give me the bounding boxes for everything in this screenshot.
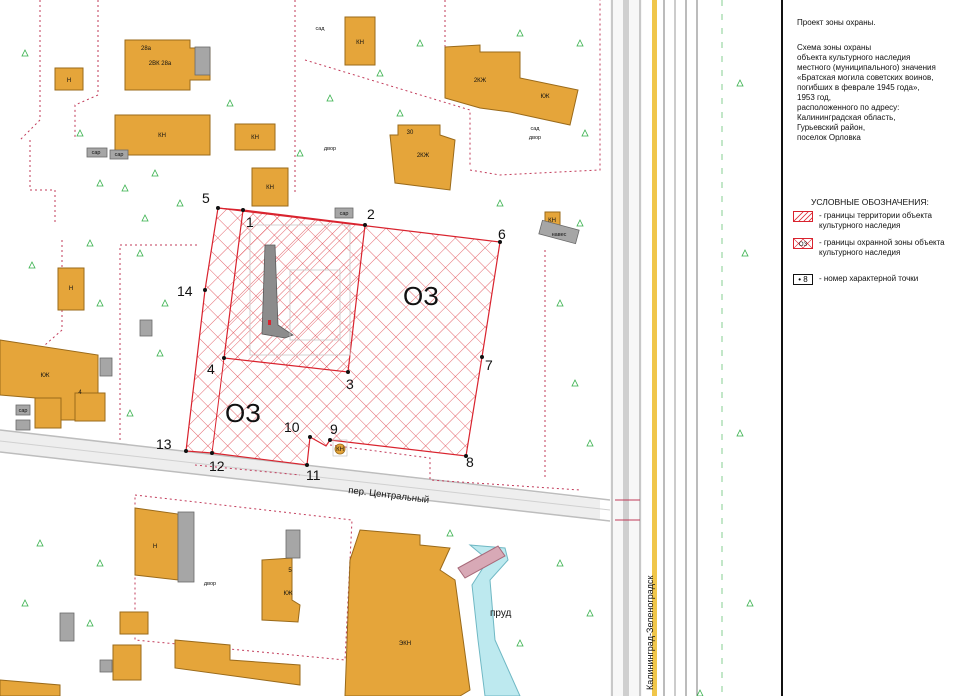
label-dvor-2: двор — [529, 135, 541, 141]
heritage-swatch-icon — [793, 211, 813, 222]
pond-label: пруд — [490, 608, 512, 619]
legend-desc-line: «Братская могила советских воинов, — [797, 73, 934, 82]
zone-swatch-text: ОЗ — [799, 242, 808, 248]
road-label: Калининград-Зеленоградск — [645, 576, 655, 690]
legend-panel: Проект зоны охраны. Схема зоны охраны об… — [781, 0, 959, 696]
building-code-h-3: Н — [153, 544, 157, 550]
point-label-1: 1 — [246, 214, 254, 230]
legend-item-heritage: - границы территории объекта культурного… — [793, 211, 958, 241]
building-code-kzh-2: КЖ — [40, 373, 49, 379]
point-label-7: 7 — [485, 357, 493, 373]
point-label-3: 3 — [346, 376, 354, 392]
point-label-2: 2 — [367, 206, 375, 222]
point-label-11: 11 — [306, 467, 321, 483]
building-code-kn-3: КН — [251, 135, 259, 141]
legend-item-label: - границы территории объекта культурного… — [819, 211, 932, 230]
point-label-12: 12 — [209, 458, 225, 474]
legend-desc-line: погибших в феврале 1945 года», — [797, 83, 920, 92]
point-label-5: 5 — [202, 190, 210, 206]
label-sad-right: сад — [530, 126, 540, 132]
point-label-13: 13 — [156, 436, 172, 452]
point-label-4: 4 — [207, 361, 215, 377]
building-code-30: 30 — [407, 130, 414, 136]
legend-desc-line: местного (муниципального) значения — [797, 63, 936, 72]
building-code-h-2: Н — [69, 286, 73, 292]
building-code-kn-4: КН — [266, 185, 274, 191]
point-label-10: 10 — [284, 419, 300, 435]
legend-desc-line: Схема зоны охраны — [797, 43, 872, 52]
point-label-6: 6 — [498, 226, 506, 242]
label-sar-1: сар — [92, 150, 101, 156]
building-code-kn-circle: КН — [336, 447, 344, 453]
zone-label-oz-west: ОЗ — [225, 398, 261, 428]
legend-desc-line: 1953 год, — [797, 93, 831, 102]
legend-item-label: - границы охранной зоны объекта культурн… — [819, 238, 945, 257]
point-swatch-icon: • 8 — [793, 274, 813, 285]
zone-label-oz-east: ОЗ — [403, 281, 439, 311]
building-code-2kzh-1: 2ВК 28а — [149, 61, 172, 67]
legend-title: Проект зоны охраны. — [797, 18, 876, 27]
point-label-9: 9 — [330, 421, 338, 437]
map-svg[interactable]: 1 2 3 4 5 6 7 8 9 10 11 12 13 14 ОЗ ОЗ 2… — [0, 0, 781, 696]
building-code-2kzh-3: 2КЖ — [417, 153, 430, 159]
legend-desc-line: объекта культурного наследия — [797, 53, 911, 62]
label-sad-top: сад — [315, 26, 325, 32]
legend-item-label: - номер характерной точки — [819, 274, 919, 283]
map-canvas[interactable]: 1 2 3 4 5 6 7 8 9 10 11 12 13 14 ОЗ ОЗ 2… — [0, 0, 781, 696]
label-sar-4: сар — [19, 408, 28, 414]
building-code-h-1: Н — [67, 78, 71, 84]
legend-item-point: • 8 - номер характерной точки — [793, 274, 958, 304]
building-code-28a: 28а — [141, 46, 152, 52]
building-code-kn-5: КН — [548, 218, 556, 224]
highway — [610, 0, 723, 696]
building-code-kzh-1: КЖ — [540, 94, 549, 100]
building-code-ekn: ЭКН — [399, 641, 411, 647]
building-code-kn-1: КН — [356, 40, 364, 46]
legend-desc-line: Калининградская область, — [797, 113, 896, 122]
zone-swatch-icon: ОЗ — [793, 238, 813, 249]
label-sar-2: сар — [115, 152, 124, 158]
label-sar-3: сар — [340, 211, 349, 217]
building-code-kn-2: КН — [158, 133, 166, 139]
label-naves-1: навес — [552, 232, 567, 238]
label-dvor-1: двор — [324, 146, 336, 152]
legend-desc-line: расположенного по адресу: — [797, 103, 900, 112]
label-dvor-3: двор — [204, 581, 216, 587]
legend-desc-line: Гурьевский район, — [797, 123, 866, 132]
point-label-14: 14 — [177, 283, 193, 299]
legend-heading: УСЛОВНЫЕ ОБОЗНАЧЕНИЯ: — [811, 197, 929, 207]
point-label-8: 8 — [466, 454, 474, 470]
legend-desc-line: поселок Орловка — [797, 133, 861, 142]
legend-item-zone: ОЗ - границы охранной зоны объекта культ… — [793, 238, 958, 268]
building-code-kzh-3: КЖ — [283, 591, 292, 597]
legend-description: Схема зоны охраны объекта культурного на… — [797, 43, 957, 143]
building-code-2kzh-2: 2КЖ — [474, 78, 487, 84]
